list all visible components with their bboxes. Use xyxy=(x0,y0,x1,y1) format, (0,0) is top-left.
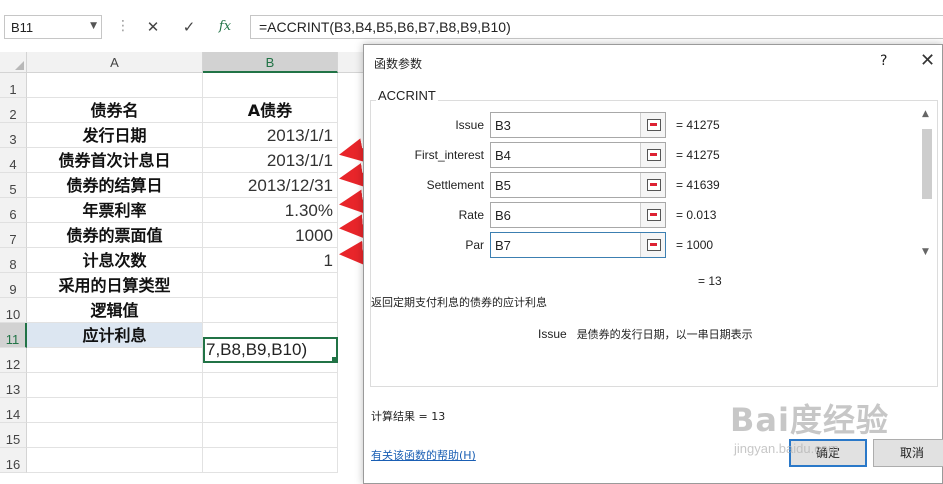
param-row: First_interest B4 = 41275 xyxy=(364,142,924,170)
param-input[interactable]: B3 xyxy=(490,112,666,138)
param-value: B7 xyxy=(495,238,511,253)
argument-text: 是债券的发行日期，以一串日期表示 xyxy=(576,328,753,341)
argument-name: Issue xyxy=(538,327,567,341)
help-icon[interactable]: ? xyxy=(880,53,887,69)
param-label: Issue xyxy=(455,118,484,132)
param-result: = 41639 xyxy=(676,178,720,192)
param-value: B5 xyxy=(495,178,511,193)
range-select-icon[interactable] xyxy=(640,113,665,137)
param-result: = 41275 xyxy=(676,148,720,162)
param-result: = 41275 xyxy=(676,118,720,132)
param-row: Rate B6 = 0.013 xyxy=(364,202,924,230)
param-row: Issue B3 = 41275 xyxy=(364,112,924,140)
watermark-url: jingyan.baidu.com xyxy=(734,441,839,456)
scroll-thumb[interactable] xyxy=(922,129,932,199)
watermark-logo: Bai度经验 xyxy=(730,401,889,439)
range-select-icon[interactable] xyxy=(640,173,665,197)
param-label: Rate xyxy=(458,208,484,222)
param-input[interactable]: B6 xyxy=(490,202,666,228)
range-select-icon[interactable] xyxy=(640,233,665,257)
scroll-down-icon[interactable]: ▼ xyxy=(922,247,929,257)
scroll-up-icon[interactable]: ▲ xyxy=(922,109,929,119)
calculation-result: 计算结果 = 13 xyxy=(371,410,446,423)
param-value: B4 xyxy=(495,148,511,163)
param-label: First_interest xyxy=(414,148,484,162)
param-input[interactable]: B4 xyxy=(490,142,666,168)
param-input[interactable]: B5 xyxy=(490,172,666,198)
param-input[interactable]: B7 xyxy=(490,232,666,258)
param-result: = 1000 xyxy=(676,238,714,252)
params-scrollbar[interactable]: ▲ ▼ xyxy=(920,109,934,259)
formula-total: = 13 xyxy=(698,274,722,288)
range-select-icon[interactable] xyxy=(640,143,665,167)
param-label: Settlement xyxy=(426,178,484,192)
range-select-icon[interactable] xyxy=(640,203,665,227)
dialog-title: 函数参数 xyxy=(374,57,423,71)
param-value: B6 xyxy=(495,208,511,223)
function-name: ACCRINT xyxy=(376,88,438,103)
param-label: Par xyxy=(465,238,484,252)
param-row: Par B7 = 1000 xyxy=(364,232,924,260)
param-result: = 0.013 xyxy=(676,208,717,222)
watermark: Bai度经验 jingyan.baidu.com xyxy=(730,395,889,456)
param-row: Settlement B5 = 41639 xyxy=(364,172,924,200)
argument-description: Issue 是债券的发行日期，以一串日期表示 xyxy=(538,326,753,342)
help-link[interactable]: 有关该函数的帮助(H) xyxy=(371,447,476,463)
close-icon[interactable]: ✕ xyxy=(920,50,935,71)
function-description: 返回定期支付利息的债券的应计利息 xyxy=(371,296,547,309)
param-value: B3 xyxy=(495,118,511,133)
